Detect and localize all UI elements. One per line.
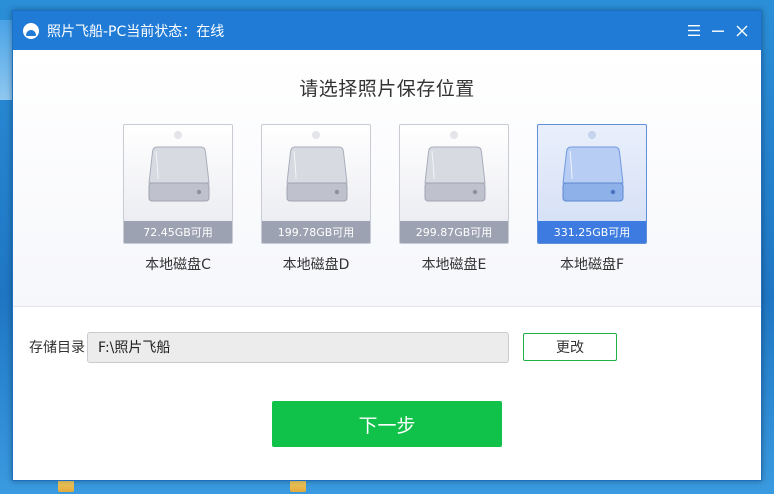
drive-option-e[interactable]: 299.87GB可用 本地磁盘E [399,124,509,274]
drive-option-d[interactable]: 199.78GB可用 本地磁盘D [261,124,371,274]
storage-path-input[interactable] [87,331,509,363]
hard-drive-icon [286,146,348,202]
hard-drive-icon [424,146,486,202]
app-logo-icon [23,22,39,39]
storage-path-row: 存储目录 更改 [29,331,617,363]
change-path-button[interactable]: 更改 [523,333,617,361]
drive-card[interactable]: 331.25GB可用 [537,124,647,244]
drive-label: 本地磁盘E [421,257,487,273]
drive-label: 本地磁盘F [559,257,625,273]
menu-icon[interactable] [683,20,705,42]
status-dot [174,131,182,139]
window-controls [681,11,753,50]
drive-option-f[interactable]: 331.25GB可用 本地磁盘F [537,124,647,274]
drive-label: 本地磁盘D [282,257,350,273]
status-dot [588,131,596,139]
storage-path-label: 存储目录 [29,340,85,356]
free-space-bar: 299.87GB可用 [400,221,508,243]
desktop-folder-icon [58,480,74,492]
next-step-button[interactable]: 下一步 [272,401,502,447]
desktop-background [0,20,12,100]
hard-drive-icon [562,146,624,202]
page-heading: 请选择照片保存位置 [299,78,475,100]
drive-card[interactable]: 199.78GB可用 [261,124,371,244]
drive-label: 本地磁盘C [145,257,211,273]
status-dot [450,131,458,139]
drive-card[interactable]: 72.45GB可用 [123,124,233,244]
free-space-bar: 72.45GB可用 [124,221,232,243]
app-window: 照片飞船-PC当前状态：在线 请选择照片保存位置 72.45GB可用 本地磁盘C… [12,10,762,481]
drive-selection-panel: 请选择照片保存位置 72.45GB可用 本地磁盘C 199.78GB可用 本地磁… [13,50,761,307]
free-space-bar: 331.25GB可用 [538,221,646,243]
hard-drive-icon [148,146,210,202]
close-icon[interactable] [731,20,753,42]
title-bar[interactable]: 照片飞船-PC当前状态：在线 [13,11,761,50]
desktop-folder-icon [290,480,306,492]
drive-option-c[interactable]: 72.45GB可用 本地磁盘C [123,124,233,274]
drive-card[interactable]: 299.87GB可用 [399,124,509,244]
status-dot [312,131,320,139]
free-space-bar: 199.78GB可用 [262,221,370,243]
window-title: 照片飞船-PC当前状态：在线 [47,23,225,40]
minimize-icon[interactable] [707,20,729,42]
